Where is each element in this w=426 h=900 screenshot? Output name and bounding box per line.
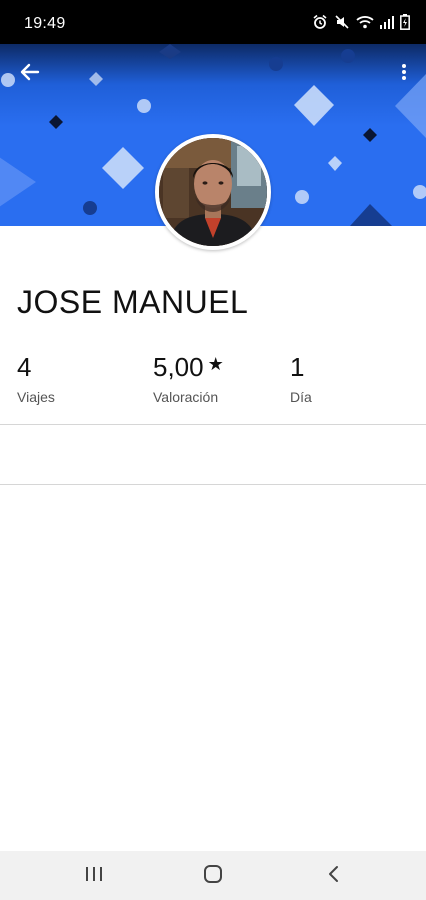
stat-days-value: 1 bbox=[290, 352, 305, 382]
signal-icon bbox=[380, 14, 394, 30]
recent-apps-icon bbox=[85, 866, 103, 887]
stat-rating-label: Valoración bbox=[153, 389, 219, 405]
more-options-button[interactable] bbox=[394, 60, 414, 88]
status-bar: 19:49 bbox=[0, 0, 426, 44]
stat-rating: 5,00 ★ Valoración bbox=[153, 352, 224, 405]
stat-trips-value: 4 bbox=[17, 352, 32, 382]
home-icon bbox=[203, 864, 223, 889]
battery-charging-icon bbox=[400, 14, 410, 30]
stat-days-label: Día bbox=[290, 389, 312, 405]
wifi-icon bbox=[356, 14, 374, 30]
stat-trips-label: Viajes bbox=[17, 389, 55, 405]
recent-apps-button[interactable] bbox=[79, 863, 109, 889]
stat-days: 1 Día bbox=[290, 352, 312, 405]
stat-rating-value: 5,00 ★ bbox=[153, 352, 224, 382]
arrow-left-icon bbox=[20, 63, 40, 86]
back-button[interactable] bbox=[14, 60, 46, 88]
profile-photo bbox=[159, 138, 267, 246]
status-time: 19:49 bbox=[24, 15, 66, 32]
home-button[interactable] bbox=[198, 863, 228, 889]
star-icon: ★ bbox=[207, 354, 224, 374]
divider-top bbox=[0, 424, 426, 425]
status-icons bbox=[312, 14, 410, 30]
system-back-button[interactable] bbox=[318, 863, 348, 889]
divider-bottom bbox=[0, 484, 426, 485]
mute-icon bbox=[334, 14, 350, 30]
stat-trips: 4 Viajes bbox=[17, 352, 55, 405]
system-nav-bar bbox=[0, 851, 426, 900]
more-vertical-icon bbox=[401, 63, 407, 86]
back-icon bbox=[327, 865, 339, 888]
profile-name: JOSE MANUEL bbox=[17, 284, 249, 320]
avatar[interactable] bbox=[155, 134, 271, 250]
alarm-icon bbox=[312, 14, 328, 30]
